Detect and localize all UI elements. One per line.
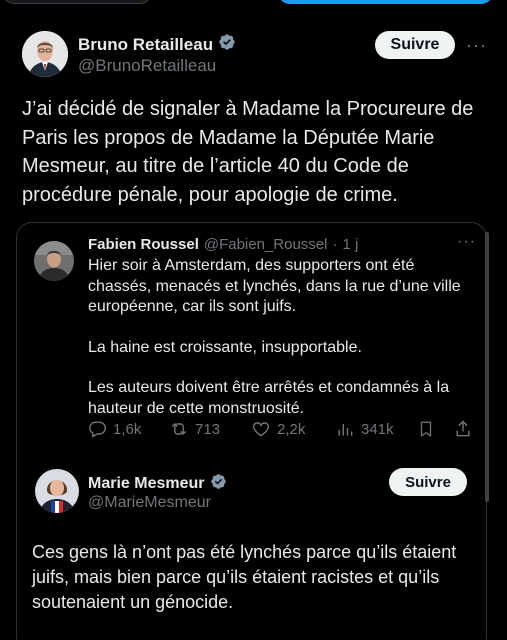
author-name[interactable]: Bruno Retailleau <box>78 35 213 55</box>
previous-action-button[interactable] <box>278 0 493 4</box>
repost-icon <box>169 419 189 439</box>
reply-icon <box>87 419 107 439</box>
avatar-marie-mesmeur[interactable] <box>35 469 79 513</box>
verified-icon <box>218 33 236 56</box>
repost-count: 713 <box>195 420 221 438</box>
follow-button[interactable]: Suivre <box>389 468 467 496</box>
quoted-author-handle[interactable]: @Fabien_Roussel <box>204 236 328 253</box>
quoted-actions-bar: 1,6k 713 2,2k 341k <box>87 419 477 441</box>
bookmark-icon[interactable] <box>417 419 435 443</box>
avatar-fabien-roussel[interactable] <box>34 241 74 281</box>
quoted-paragraph: Hier soir à Amsterdam, des supporters on… <box>88 257 461 315</box>
main-post-text: J’ai décidé de signaler à Madame la Proc… <box>22 98 474 206</box>
like-count: 2,2k <box>277 420 306 438</box>
reply-count: 1,6k <box>113 420 142 438</box>
views-icon <box>335 419 355 439</box>
like-button[interactable]: 2,2k <box>251 419 305 439</box>
quoted-post-time[interactable]: 1 j <box>343 236 359 253</box>
repost-button[interactable]: 713 <box>169 419 220 439</box>
previous-button[interactable] <box>2 0 152 4</box>
like-icon <box>251 419 271 439</box>
quoted-more-options-icon[interactable]: ··· <box>457 233 476 251</box>
author-handle[interactable]: @BrunoRetailleau <box>78 56 216 76</box>
verified-icon <box>210 473 227 495</box>
reply-button[interactable]: 1,6k <box>87 419 141 439</box>
reply-author-handle[interactable]: @MarieMesmeur <box>88 494 211 512</box>
scrollbar[interactable] <box>485 232 489 502</box>
avatar-bruno-retailleau[interactable] <box>22 31 68 77</box>
quoted-paragraph: La haine est croissante, insupportable. <box>88 338 362 356</box>
share-icon[interactable] <box>453 419 473 443</box>
reply-post-text: Ces gens là n’ont pas été lynchés parce … <box>32 542 457 612</box>
reply-author-name[interactable]: Marie Mesmeur <box>88 475 205 493</box>
views-count: 341k <box>361 420 394 438</box>
quoted-paragraph: Les auteurs doivent être arrêtés et cond… <box>88 379 450 417</box>
follow-button[interactable]: Suivre <box>375 31 455 59</box>
quoted-author-name[interactable]: Fabien Roussel <box>88 236 199 253</box>
more-options-icon[interactable]: ··· <box>466 35 487 56</box>
separator-dot: · <box>332 236 338 253</box>
quoted-post-text: Hier soir à Amsterdam, des supporters on… <box>88 256 468 419</box>
views-button[interactable]: 341k <box>335 419 394 439</box>
